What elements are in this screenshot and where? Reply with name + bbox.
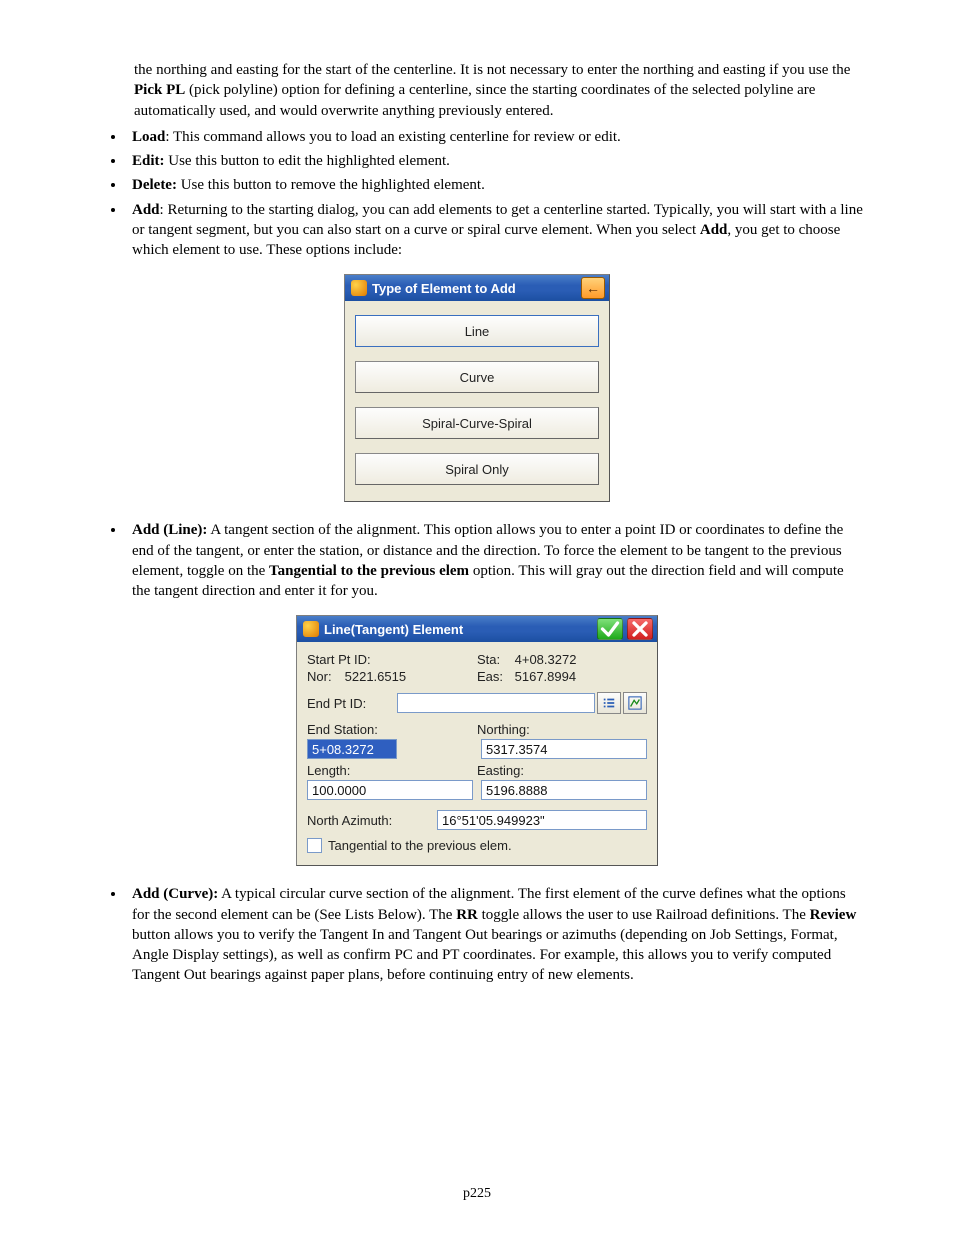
map-icon: [628, 696, 642, 710]
app-icon: [303, 621, 319, 637]
northing-label: Northing:: [477, 722, 530, 737]
text: : This command allows you to load an exi…: [165, 129, 620, 145]
label-bold: Add: [700, 222, 728, 238]
spiral-only-button[interactable]: Spiral Only: [355, 453, 599, 485]
close-icon: [628, 617, 652, 641]
end-pt-id-label: End Pt ID:: [307, 696, 366, 711]
dialog-title: Line(Tangent) Element: [324, 622, 463, 637]
list-button[interactable]: [597, 692, 621, 714]
label-bold: Add (Curve):: [132, 886, 218, 902]
dialog-title: Type of Element to Add: [372, 281, 516, 296]
label-bold: Edit:: [132, 153, 165, 169]
app-icon: [351, 280, 367, 296]
dialog-line-tangent-element: Line(Tangent) Element Start Pt ID: Sta: …: [296, 615, 658, 866]
check-icon: [598, 617, 622, 641]
list-item: Add: Returning to the starting dialog, y…: [126, 200, 864, 261]
text: toggle allows the user to use Railroad d…: [478, 907, 810, 923]
end-station-label: End Station:: [307, 722, 378, 737]
northing-input[interactable]: [481, 739, 647, 759]
label-bold: RR: [456, 907, 478, 923]
intro-paragraph: the northing and easting for the start o…: [134, 60, 864, 121]
text: the northing and easting for the start o…: [134, 62, 850, 78]
text-bold: Pick PL: [134, 82, 185, 98]
text: (pick polyline) option for defining a ce…: [134, 82, 815, 118]
text: button allows you to verify the Tangent …: [132, 927, 838, 984]
sta-label: Sta:: [477, 652, 511, 667]
spiral-curve-spiral-button[interactable]: Spiral-Curve-Spiral: [355, 407, 599, 439]
start-pt-id-label: Start Pt ID:: [307, 652, 371, 667]
label-bold: Add: [132, 202, 160, 218]
list-icon: [602, 696, 616, 710]
eas-label: Eas:: [477, 669, 511, 684]
page-number: p225: [90, 1186, 864, 1202]
tangential-checkbox[interactable]: [307, 838, 322, 853]
nor-value: 5221.6515: [345, 669, 406, 684]
curve-button[interactable]: Curve: [355, 361, 599, 393]
easting-label: Easting:: [477, 763, 524, 778]
text: Use this button to edit the highlighted …: [165, 153, 450, 169]
list-item: Add (Curve): A typical circular curve se…: [126, 884, 864, 985]
close-button[interactable]: [627, 618, 653, 640]
back-button[interactable]: ←: [581, 277, 605, 299]
line-button[interactable]: Line: [355, 315, 599, 347]
titlebar: Line(Tangent) Element: [297, 616, 657, 642]
label-bold: Delete:: [132, 177, 177, 193]
north-azimuth-label: North Azimuth:: [307, 813, 392, 828]
label-bold: Add (Line):: [132, 522, 207, 538]
easting-input[interactable]: [481, 780, 647, 800]
list-item: Add (Line): A tangent section of the ali…: [126, 520, 864, 601]
sta-value: 4+08.3272: [515, 652, 577, 667]
tangential-label: Tangential to the previous elem.: [328, 838, 512, 853]
text: Use this button to remove the highlighte…: [177, 177, 485, 193]
map-button[interactable]: [623, 692, 647, 714]
label-bold: Tangential to the previous elem: [269, 563, 469, 579]
eas-value: 5167.8994: [515, 669, 576, 684]
list-item: Load: This command allows you to load an…: [126, 127, 864, 147]
north-azimuth-input[interactable]: [437, 810, 647, 830]
label-bold: Load: [132, 129, 165, 145]
list-item: Delete: Use this button to remove the hi…: [126, 175, 864, 195]
length-label: Length:: [307, 763, 350, 778]
nor-label: Nor:: [307, 669, 341, 684]
end-station-input[interactable]: [307, 739, 397, 759]
titlebar: Type of Element to Add ←: [345, 275, 609, 301]
label-bold: Review: [810, 907, 857, 923]
dialog-type-of-element: Type of Element to Add ← Line Curve Spir…: [344, 274, 610, 502]
bullet-list-1: Load: This command allows you to load an…: [126, 127, 864, 261]
bullet-list-2: Add (Line): A tangent section of the ali…: [126, 520, 864, 601]
end-pt-id-input[interactable]: [397, 693, 595, 713]
length-input[interactable]: [307, 780, 473, 800]
bullet-list-3: Add (Curve): A typical circular curve se…: [126, 884, 864, 985]
ok-button[interactable]: [597, 618, 623, 640]
list-item: Edit: Use this button to edit the highli…: [126, 151, 864, 171]
